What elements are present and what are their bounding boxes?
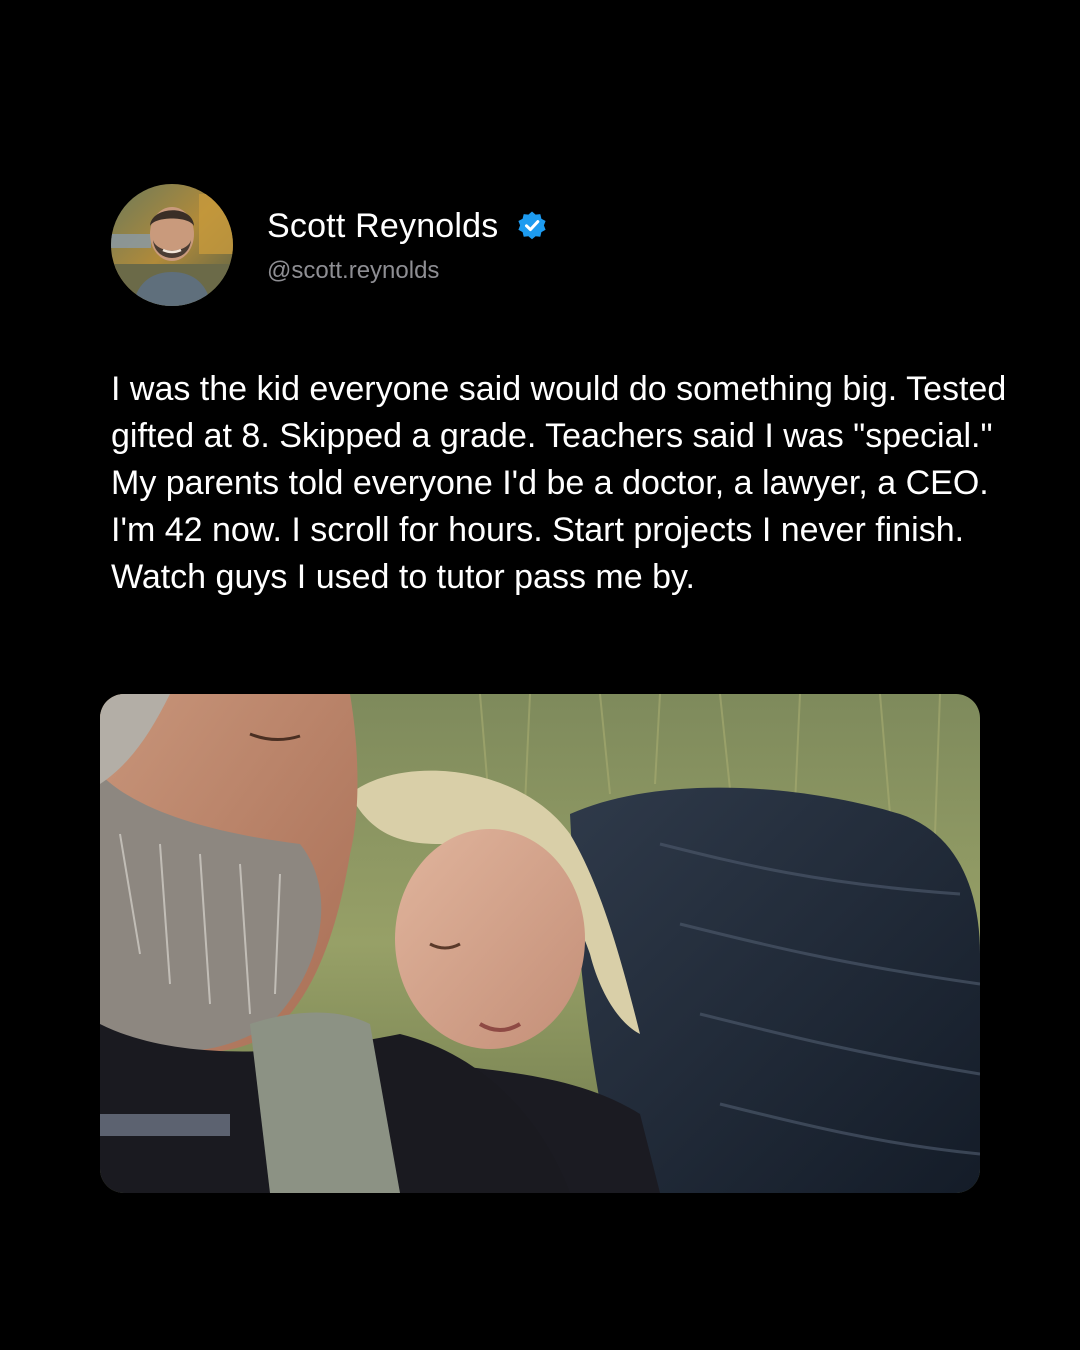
post-text: I was the kid everyone said would do som… — [111, 370, 1007, 596]
social-post-card: Scott Reynolds @scott.reynolds I was the… — [0, 0, 1080, 1350]
author-handle[interactable]: @scott.reynolds — [267, 257, 548, 285]
verified-badge-icon — [516, 210, 548, 242]
avatar-image — [111, 184, 233, 306]
post-header: Scott Reynolds @scott.reynolds — [111, 184, 548, 306]
author-name[interactable]: Scott Reynolds — [267, 207, 498, 246]
author-name-row: Scott Reynolds — [267, 205, 548, 247]
post-photo-image — [100, 694, 980, 1193]
author-avatar[interactable] — [111, 184, 233, 306]
post-photo[interactable] — [100, 694, 980, 1193]
author-identity: Scott Reynolds @scott.reynolds — [267, 205, 548, 285]
